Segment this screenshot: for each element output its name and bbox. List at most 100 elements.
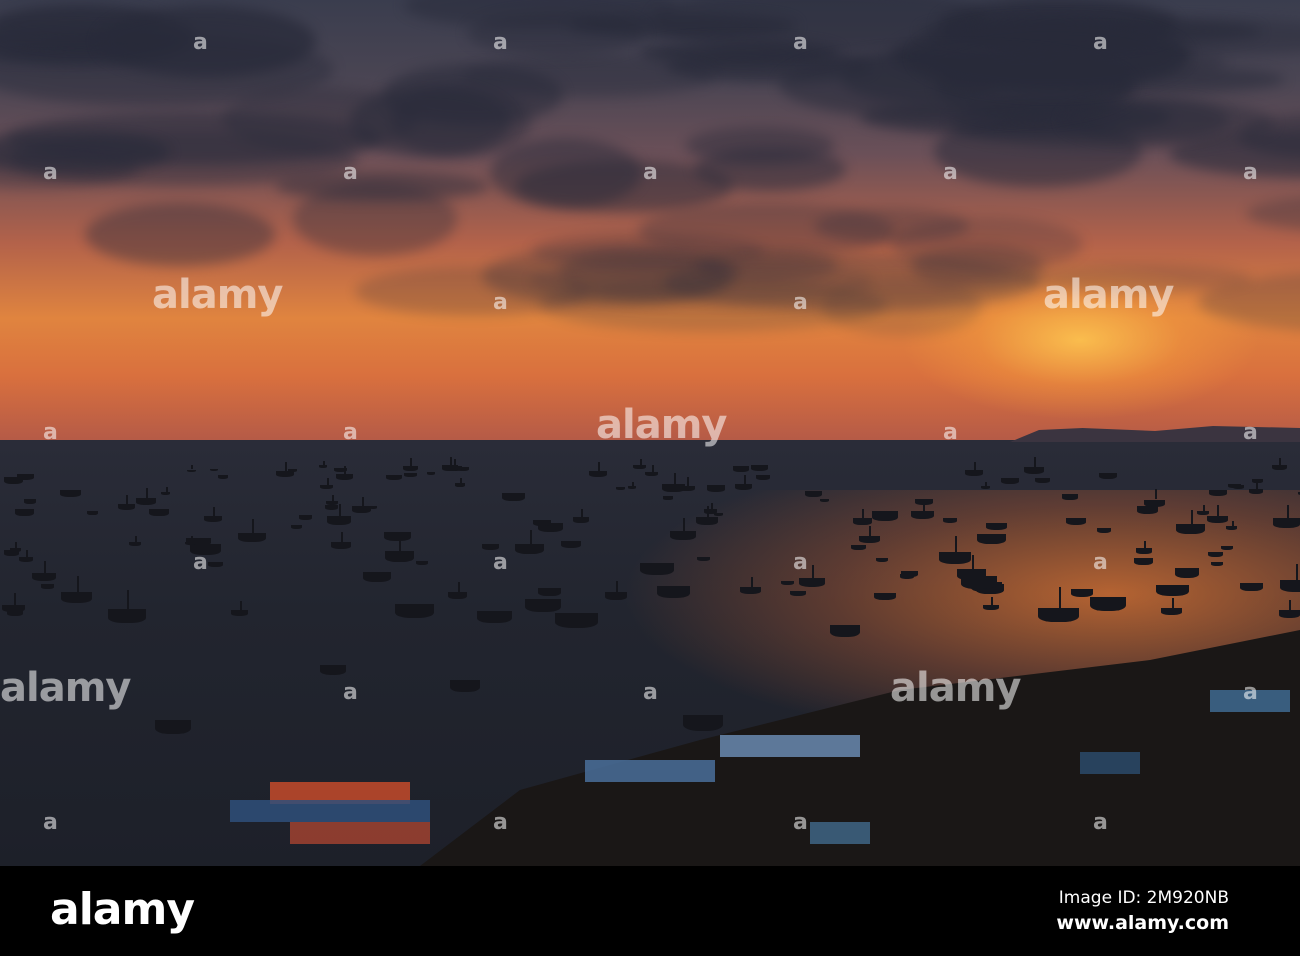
tarp — [585, 760, 715, 782]
boat — [538, 587, 562, 596]
boat — [1098, 472, 1118, 480]
boat — [1023, 466, 1044, 474]
boat-mast — [862, 508, 865, 519]
boat — [3, 550, 19, 556]
boat — [455, 483, 466, 487]
boat-mast — [869, 525, 872, 537]
tarp — [230, 800, 430, 822]
footer-bar: alamy Image ID: 2M920NB www.alamy.com — [0, 866, 1300, 956]
cloud — [890, 217, 1083, 272]
boat — [560, 540, 582, 549]
boat-mast — [639, 458, 642, 465]
cloud — [913, 20, 1187, 94]
boat — [1133, 558, 1154, 566]
boat-mast — [239, 601, 242, 610]
boat-mast — [76, 576, 79, 592]
boat-mast — [410, 458, 413, 466]
watermark-mark: a — [793, 810, 808, 835]
watermark-mark: a — [43, 810, 58, 835]
boat — [900, 573, 915, 579]
boat-mast — [990, 596, 993, 605]
watermark-mark: a — [793, 290, 808, 315]
boat-mast — [1058, 587, 1061, 608]
boat-mast — [190, 536, 193, 542]
watermark-mark: a — [943, 160, 958, 185]
boat — [31, 573, 56, 582]
boat — [117, 503, 136, 510]
boat-mast — [344, 465, 347, 475]
watermark-mark: a — [493, 810, 508, 835]
boat-mast — [651, 465, 654, 472]
site-url[interactable]: www.alamy.com — [1056, 912, 1229, 934]
boat — [402, 465, 418, 471]
boat — [325, 500, 339, 506]
boat-mast — [955, 536, 958, 553]
sunset-harbor-photo: alamy alamy alamy alamy alamy a a a a a a a a a a… — [0, 0, 1300, 866]
watermark-text: alamy — [1043, 272, 1174, 318]
boat — [208, 562, 223, 568]
boat — [873, 592, 897, 601]
cloud — [275, 171, 489, 201]
boat — [1034, 477, 1051, 483]
boat — [1206, 515, 1229, 524]
boat — [977, 534, 1007, 545]
boat-mast — [1217, 504, 1220, 516]
boat-mast — [686, 477, 689, 486]
cloud — [693, 146, 847, 192]
boat-mast — [673, 472, 676, 485]
boat — [129, 541, 142, 546]
boat-mast — [616, 580, 619, 593]
boat — [1196, 510, 1209, 516]
boat — [1144, 499, 1166, 507]
boat — [852, 518, 872, 525]
boat — [982, 604, 999, 611]
basket-boat — [320, 665, 346, 676]
boat-mast — [331, 494, 334, 501]
boat — [939, 552, 972, 564]
boat — [616, 486, 626, 491]
boat — [704, 509, 718, 514]
boat — [851, 544, 866, 550]
boat — [1161, 608, 1182, 616]
boat — [639, 562, 675, 575]
boat-mast — [338, 504, 341, 517]
boat — [696, 517, 719, 526]
boat — [740, 586, 761, 594]
watermark-mark: a — [1093, 550, 1108, 575]
boat — [732, 466, 749, 472]
boat-mast — [811, 564, 814, 578]
boat-mast — [251, 518, 254, 533]
boat — [1070, 588, 1094, 597]
watermark-mark: a — [1093, 30, 1108, 55]
boat — [18, 556, 33, 562]
boat — [859, 536, 880, 544]
tarp — [810, 822, 870, 844]
watermark-mark: a — [193, 30, 208, 55]
basket-boat — [1175, 568, 1199, 578]
boat — [324, 504, 339, 510]
boat — [750, 465, 768, 471]
boat-mast — [1279, 457, 1282, 466]
boat — [1136, 548, 1152, 554]
boat-mast — [212, 506, 215, 516]
boat — [1271, 465, 1287, 471]
basket-boat — [450, 680, 480, 692]
boat — [871, 511, 899, 521]
boat — [1279, 580, 1300, 592]
watermark-mark: a — [493, 550, 508, 575]
watermark-text: alamy — [890, 665, 1021, 711]
boat — [238, 532, 266, 543]
boat — [326, 516, 351, 525]
boat-mast — [25, 549, 28, 557]
boat — [914, 498, 933, 506]
basket-boat — [155, 720, 191, 735]
boat — [1209, 489, 1228, 496]
cloud — [84, 202, 275, 267]
boat — [362, 572, 392, 583]
boat — [394, 604, 434, 619]
boat — [1273, 518, 1300, 528]
boat — [781, 580, 794, 586]
boat — [6, 610, 24, 617]
watermark-text: alamy — [152, 272, 283, 318]
boat-mast — [1231, 520, 1234, 527]
